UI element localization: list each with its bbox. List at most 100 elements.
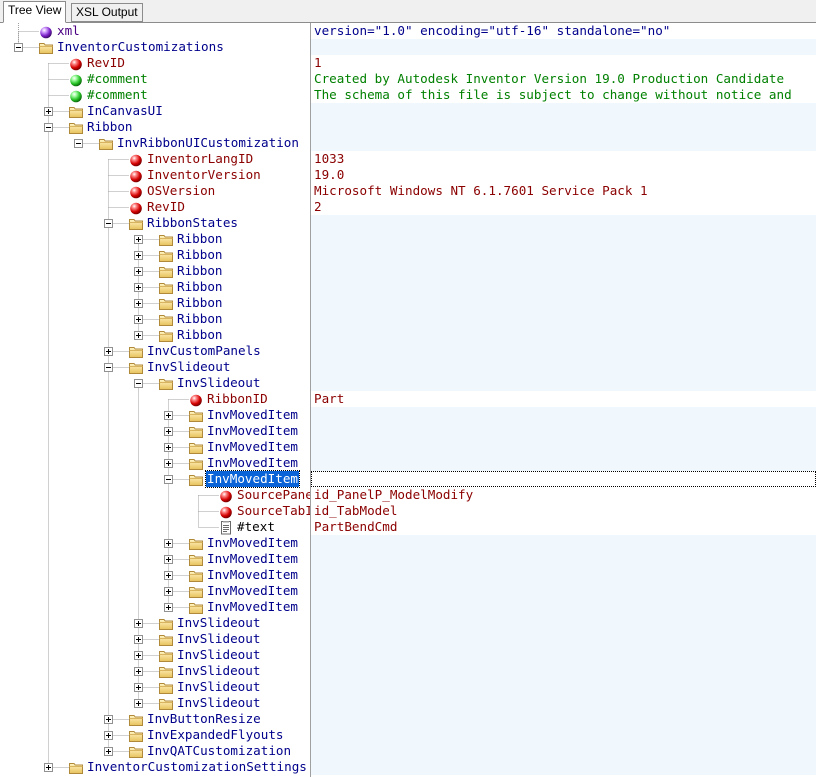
tree-node[interactable]: InvMovedItem bbox=[0, 407, 311, 423]
tree-node[interactable]: xml bbox=[0, 23, 311, 39]
tab-tree-view[interactable]: Tree View bbox=[3, 1, 67, 23]
tree-node[interactable]: InvSlideout bbox=[0, 679, 311, 695]
expand-plus-icon[interactable] bbox=[44, 107, 53, 116]
tree-node[interactable]: InvSlideout bbox=[0, 615, 311, 631]
tree-node-label[interactable]: InvSlideout bbox=[146, 359, 231, 375]
expand-plus-icon[interactable] bbox=[134, 651, 143, 660]
tree-node[interactable]: InvSlideout bbox=[0, 375, 311, 391]
expand-plus-icon[interactable] bbox=[134, 667, 143, 676]
collapse-minus-icon[interactable] bbox=[104, 219, 113, 228]
expand-plus-icon[interactable] bbox=[164, 539, 173, 548]
tree-node[interactable]: InvButtonResize bbox=[0, 711, 311, 727]
tree-node[interactable]: InvSlideout bbox=[0, 647, 311, 663]
tree-node-label[interactable]: RibbonID bbox=[206, 391, 269, 407]
tree-node[interactable]: #text bbox=[0, 519, 311, 535]
tree-node[interactable]: Ribbon bbox=[0, 279, 311, 295]
expand-plus-icon[interactable] bbox=[134, 331, 143, 340]
tree-node-label[interactable]: InvMovedItem bbox=[206, 567, 299, 583]
tree-node[interactable]: Ribbon bbox=[0, 263, 311, 279]
tree-node-label[interactable]: InventorCustomizations bbox=[56, 39, 225, 55]
tree-node[interactable]: InvSlideout bbox=[0, 695, 311, 711]
tree-node-label[interactable]: InvSlideout bbox=[176, 663, 261, 679]
tree-node[interactable]: RibbonID bbox=[0, 391, 311, 407]
tree-node-label[interactable]: InventorCustomizationSettings bbox=[86, 759, 308, 775]
tree-node-label[interactable]: Ribbon bbox=[176, 279, 224, 295]
tree-node-label[interactable]: SourceTabID bbox=[236, 503, 311, 519]
tree-node-label[interactable]: SourcePanelI bbox=[236, 487, 311, 503]
tab-xsl-output[interactable]: XSL Output bbox=[71, 3, 143, 22]
tree-node-label[interactable]: InvMovedItem bbox=[206, 551, 299, 567]
expand-plus-icon[interactable] bbox=[134, 235, 143, 244]
expand-plus-icon[interactable] bbox=[164, 587, 173, 596]
tree-node[interactable]: Ribbon bbox=[0, 295, 311, 311]
tree-node[interactable]: InvCustomPanels bbox=[0, 343, 311, 359]
tree-node[interactable]: Ribbon bbox=[0, 231, 311, 247]
collapse-minus-icon[interactable] bbox=[164, 475, 173, 484]
tree-node[interactable]: SourcePanelI bbox=[0, 487, 311, 503]
tree-node-label[interactable]: InvMovedItem bbox=[205, 470, 300, 488]
tree-node-label[interactable]: InvMovedItem bbox=[206, 423, 299, 439]
tree-node-label[interactable]: Ribbon bbox=[176, 295, 224, 311]
tree-node[interactable]: InvMovedItem bbox=[0, 535, 311, 551]
expand-plus-icon[interactable] bbox=[134, 251, 143, 260]
tree-node-label[interactable]: #text bbox=[236, 519, 276, 535]
tree-node-label[interactable]: Ribbon bbox=[176, 263, 224, 279]
tree-node-label[interactable]: Ribbon bbox=[86, 119, 134, 135]
tree-node[interactable]: InvSlideout bbox=[0, 663, 311, 679]
tree-node[interactable]: #comment bbox=[0, 71, 311, 87]
tree-node[interactable]: RevID bbox=[0, 199, 311, 215]
tree-node[interactable]: InvExpandedFlyouts bbox=[0, 727, 311, 743]
expand-plus-icon[interactable] bbox=[134, 283, 143, 292]
tree-node[interactable]: OSVersion bbox=[0, 183, 311, 199]
expand-plus-icon[interactable] bbox=[164, 443, 173, 452]
tree-node-label[interactable]: RevID bbox=[86, 55, 126, 71]
tree-node-label[interactable]: Ribbon bbox=[176, 231, 224, 247]
expand-plus-icon[interactable] bbox=[164, 603, 173, 612]
tree-node[interactable]: InvSlideout bbox=[0, 631, 311, 647]
tree-node[interactable]: InvMovedItem bbox=[0, 583, 311, 599]
tree-node-label[interactable]: InvMovedItem bbox=[206, 583, 299, 599]
tree-node[interactable]: RevID bbox=[0, 55, 311, 71]
tree-node-label[interactable]: InvMovedItem bbox=[206, 439, 299, 455]
tree-node-label[interactable]: Ribbon bbox=[176, 247, 224, 263]
expand-plus-icon[interactable] bbox=[104, 731, 113, 740]
tree-node[interactable]: InvMovedItem bbox=[0, 439, 311, 455]
expand-plus-icon[interactable] bbox=[134, 619, 143, 628]
tree-node-label[interactable]: InCanvasUI bbox=[86, 103, 164, 119]
expand-plus-icon[interactable] bbox=[104, 747, 113, 756]
collapse-minus-icon[interactable] bbox=[14, 43, 23, 52]
collapse-minus-icon[interactable] bbox=[44, 123, 53, 132]
expand-plus-icon[interactable] bbox=[164, 571, 173, 580]
tree-node[interactable]: InvMovedItem bbox=[0, 567, 311, 583]
tree-node-label[interactable]: InvRibbonUICustomization bbox=[116, 135, 300, 151]
expand-plus-icon[interactable] bbox=[134, 267, 143, 276]
expand-plus-icon[interactable] bbox=[164, 411, 173, 420]
tree-node[interactable]: InvMovedItem bbox=[0, 599, 311, 615]
expand-plus-icon[interactable] bbox=[164, 555, 173, 564]
tree-node[interactable]: InvMovedItem bbox=[0, 455, 311, 471]
expand-plus-icon[interactable] bbox=[134, 635, 143, 644]
tree-node[interactable]: Ribbon bbox=[0, 311, 311, 327]
tree-node-label[interactable]: InvMovedItem bbox=[206, 599, 299, 615]
tree-node[interactable]: SourceTabID bbox=[0, 503, 311, 519]
tree-node-label[interactable]: InvSlideout bbox=[176, 615, 261, 631]
tree-node-label[interactable]: InvQATCustomization bbox=[146, 743, 292, 759]
tree-node-label[interactable]: RevID bbox=[146, 199, 186, 215]
expand-plus-icon[interactable] bbox=[104, 715, 113, 724]
tree-node-label[interactable]: InvSlideout bbox=[176, 695, 261, 711]
tree-node-label[interactable]: #comment bbox=[86, 87, 149, 103]
expand-plus-icon[interactable] bbox=[44, 763, 53, 772]
tree-node-label[interactable]: OSVersion bbox=[146, 183, 216, 199]
tree-node-label[interactable]: RibbonStates bbox=[146, 215, 239, 231]
tree-node[interactable]: Ribbon bbox=[0, 119, 311, 135]
expand-plus-icon[interactable] bbox=[104, 347, 113, 356]
tree-node-label[interactable]: InvButtonResize bbox=[146, 711, 262, 727]
tree-node[interactable]: InvSlideout bbox=[0, 359, 311, 375]
tree-node[interactable]: InventorCustomizationSettings bbox=[0, 759, 311, 775]
expand-plus-icon[interactable] bbox=[134, 315, 143, 324]
tree-node-label[interactable]: InvSlideout bbox=[176, 679, 261, 695]
tree-node-label[interactable]: Ribbon bbox=[176, 327, 224, 343]
tree-node[interactable]: InCanvasUI bbox=[0, 103, 311, 119]
expand-plus-icon[interactable] bbox=[134, 299, 143, 308]
tree-node[interactable]: InvQATCustomization bbox=[0, 743, 311, 759]
